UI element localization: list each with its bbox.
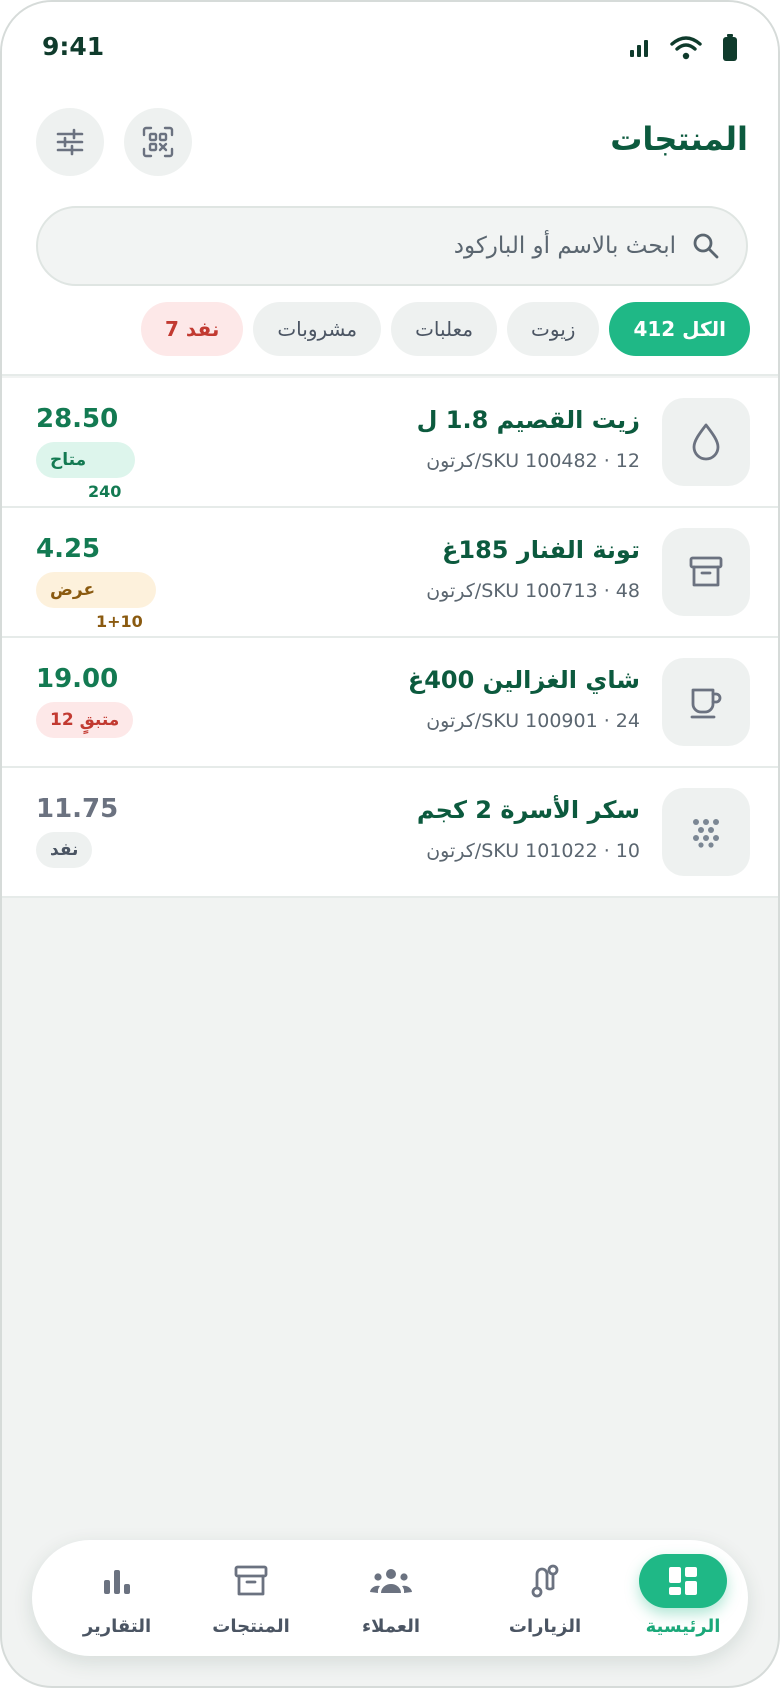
product-row[interactable]: سكر الأسرة 2 كجم SKU 101022 · 10/كرتون 1… [2,768,778,898]
battery-icon [723,34,737,61]
product-meta: SKU 100713 · 48/كرتون [426,580,640,602]
route-icon [531,1564,559,1598]
product-row[interactable]: شاي الغزالين 400غ SKU 100901 · 24/كرتون … [2,638,778,768]
stock-quantity: 240 [88,482,122,501]
product-row[interactable]: تونة الفنار 185غ SKU 100713 · 48/كرتون 4… [2,508,778,638]
page-header: المنتجات ابحث بالاسم أو الباركود الكل 41… [2,94,778,376]
nav-active-pill [639,1554,727,1608]
product-list: زيت القصيم 1.8 ل SKU 100482 · 12/كرتون 2… [2,378,778,898]
nav-home[interactable]: الرئيسية [618,1554,748,1644]
sliders-icon [56,128,84,156]
product-meta: SKU 100901 · 24/كرتون [426,710,640,732]
status-bar: 9:41 [2,2,778,94]
chip-drinks[interactable]: مشروبات [253,302,382,356]
product-name: سكر الأسرة 2 كجم [416,796,640,824]
nav-label: الرئيسية [645,1616,721,1637]
dots-icon [693,819,719,848]
product-price: 11.75 [36,794,119,824]
product-thumb [662,788,750,876]
promo-offer: 1+10 [96,612,143,631]
low-stock-badge: متبقٍ 12 [36,702,134,738]
wifi-icon [670,36,702,60]
product-price: 4.25 [36,534,101,564]
chip-oils[interactable]: زيوت [507,302,600,356]
product-row[interactable]: زيت القصيم 1.8 ل SKU 100482 · 12/كرتون 2… [2,378,778,508]
product-price: 28.50 [36,404,119,434]
scan-barcode-button[interactable] [124,108,192,176]
filter-button[interactable] [36,108,104,176]
nav-label: التقارير [82,1616,152,1637]
nav-products[interactable]: المنتجات [186,1554,316,1644]
product-name: زيت القصيم 1.8 ل [416,406,640,434]
product-name: تونة الفنار 185غ [442,536,640,564]
product-name: شاي الغزالين 400غ [407,666,640,694]
chip-canned[interactable]: معلبات [391,302,498,356]
qr-scan-icon [142,126,174,158]
stock-badge: متاح [36,442,135,478]
status-icons [628,34,738,62]
status-time: 9:41 [42,32,105,61]
bar-chart-icon [104,1570,130,1594]
signal-icon [630,40,648,57]
product-thumb [662,528,750,616]
box-icon [689,556,723,587]
nav-label: العملاء [361,1616,421,1637]
dashboard-icon [669,1567,697,1595]
chip-out-of-stock[interactable]: نفد 7 [141,302,244,356]
drop-icon [692,423,720,461]
promo-badge: عرض [36,572,156,608]
search-placeholder: ابحث بالاسم أو الباركود [453,233,676,259]
page-title: المنتجات [610,120,748,158]
cup-icon [690,688,722,719]
nav-visits[interactable]: الزيارات [480,1554,610,1644]
bottom-nav: الرئيسية الزيارات العملاء المنتجات التقا… [32,1540,748,1656]
phone-screen: 9:41 المنتجات ابحث بالاسم أو الباركود ال… [0,0,780,1688]
search-icon [693,233,719,259]
product-price: 19.00 [36,664,119,694]
product-meta: SKU 100482 · 12/كرتون [426,450,640,472]
category-filter-chips: الكل 412 زيوت معلبات مشروبات نفد 7 [141,302,750,356]
product-thumb [662,658,750,746]
nav-label: المنتجات [212,1616,290,1637]
chip-all[interactable]: الكل 412 [609,302,750,356]
users-icon [370,1569,412,1593]
archive-icon [234,1565,268,1596]
nav-customers[interactable]: العملاء [326,1554,456,1644]
nav-reports[interactable]: التقارير [52,1554,182,1644]
out-of-stock-badge: نفد [36,832,93,868]
nav-label: الزيارات [508,1616,582,1637]
search-field[interactable]: ابحث بالاسم أو الباركود [36,206,748,286]
product-meta: SKU 101022 · 10/كرتون [426,840,640,862]
product-thumb [662,398,750,486]
